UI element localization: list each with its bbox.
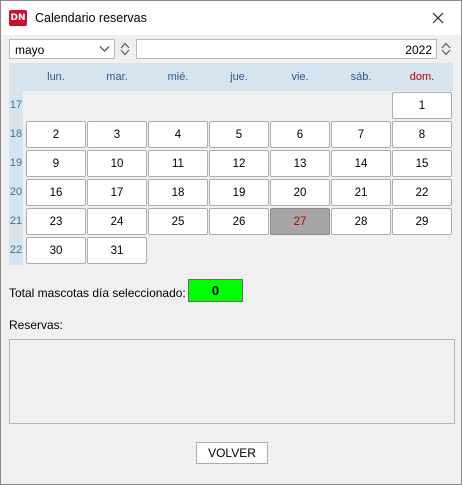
day-button[interactable]: 22: [392, 179, 452, 206]
day-button[interactable]: 8: [392, 121, 452, 148]
day-button[interactable]: 18: [148, 179, 208, 206]
chevron-down-icon: [99, 46, 110, 52]
day-button[interactable]: 4: [148, 121, 208, 148]
day-header: dom.: [409, 71, 435, 83]
day-button-selected[interactable]: 27: [270, 208, 330, 235]
day-button[interactable]: 19: [209, 179, 269, 206]
week-number: 19: [9, 157, 23, 169]
close-button[interactable]: [415, 1, 461, 35]
spin-down-icon[interactable]: [441, 49, 451, 56]
year-input[interactable]: 2022: [136, 39, 437, 59]
app-logo-icon: DN: [9, 10, 27, 26]
day-button[interactable]: 15: [392, 150, 452, 177]
day-button[interactable]: 5: [209, 121, 269, 148]
week-number: 20: [9, 186, 23, 198]
day-header: mié.: [167, 71, 189, 83]
day-button[interactable]: 6: [270, 121, 330, 148]
day-button[interactable]: 14: [331, 150, 391, 177]
total-value: 0: [188, 279, 243, 302]
day-button[interactable]: 10: [87, 150, 147, 177]
day-button[interactable]: 7: [331, 121, 391, 148]
day-header: mar.: [106, 71, 128, 83]
day-button[interactable]: 25: [148, 208, 208, 235]
week-number: 18: [9, 128, 23, 140]
day-button[interactable]: 9: [26, 150, 86, 177]
month-spinner[interactable]: [117, 39, 133, 59]
day-button[interactable]: 20: [270, 179, 330, 206]
total-label: Total mascotas día seleccionado:: [9, 286, 186, 300]
day-button[interactable]: 11: [148, 150, 208, 177]
day-button[interactable]: 23: [26, 208, 86, 235]
day-button[interactable]: 16: [26, 179, 86, 206]
window-title: Calendario reservas: [35, 11, 147, 25]
day-button[interactable]: 21: [331, 179, 391, 206]
year-spinner[interactable]: [438, 39, 454, 59]
day-button[interactable]: 28: [331, 208, 391, 235]
day-button[interactable]: 31: [87, 237, 147, 264]
month-dropdown[interactable]: mayo: [9, 39, 115, 59]
day-header: sáb.: [350, 71, 372, 83]
day-header: lun.: [47, 71, 65, 83]
day-button[interactable]: 1: [392, 92, 452, 119]
close-icon: [432, 12, 444, 24]
day-button[interactable]: 29: [392, 208, 452, 235]
day-header: jue.: [230, 71, 248, 83]
day-button[interactable]: 26: [209, 208, 269, 235]
volver-button[interactable]: VOLVER: [196, 442, 268, 464]
calendar-window: DN Calendario reservas mayo 2022 lun. mar…: [0, 0, 462, 485]
year-value: 2022: [405, 43, 432, 57]
day-button[interactable]: 30: [26, 237, 86, 264]
title-bar: DN Calendario reservas: [1, 1, 461, 35]
day-header: vie.: [291, 71, 309, 83]
day-button[interactable]: 12: [209, 150, 269, 177]
month-value: mayo: [15, 43, 45, 57]
day-header-row: lun. mar. mié. jue. vie. sáb. dom.: [23, 63, 453, 91]
reservas-list[interactable]: [9, 339, 455, 424]
spin-down-icon[interactable]: [120, 49, 130, 56]
week-number: 22: [9, 244, 23, 256]
day-button[interactable]: 3: [87, 121, 147, 148]
spin-up-icon[interactable]: [120, 42, 130, 49]
week-number: 21: [9, 215, 23, 227]
reservas-label: Reservas:: [9, 318, 64, 332]
day-button[interactable]: 2: [26, 121, 86, 148]
day-button[interactable]: 13: [270, 150, 330, 177]
spin-up-icon[interactable]: [441, 42, 451, 49]
day-button[interactable]: 17: [87, 179, 147, 206]
week-number: 17: [9, 99, 23, 111]
day-button[interactable]: 24: [87, 208, 147, 235]
